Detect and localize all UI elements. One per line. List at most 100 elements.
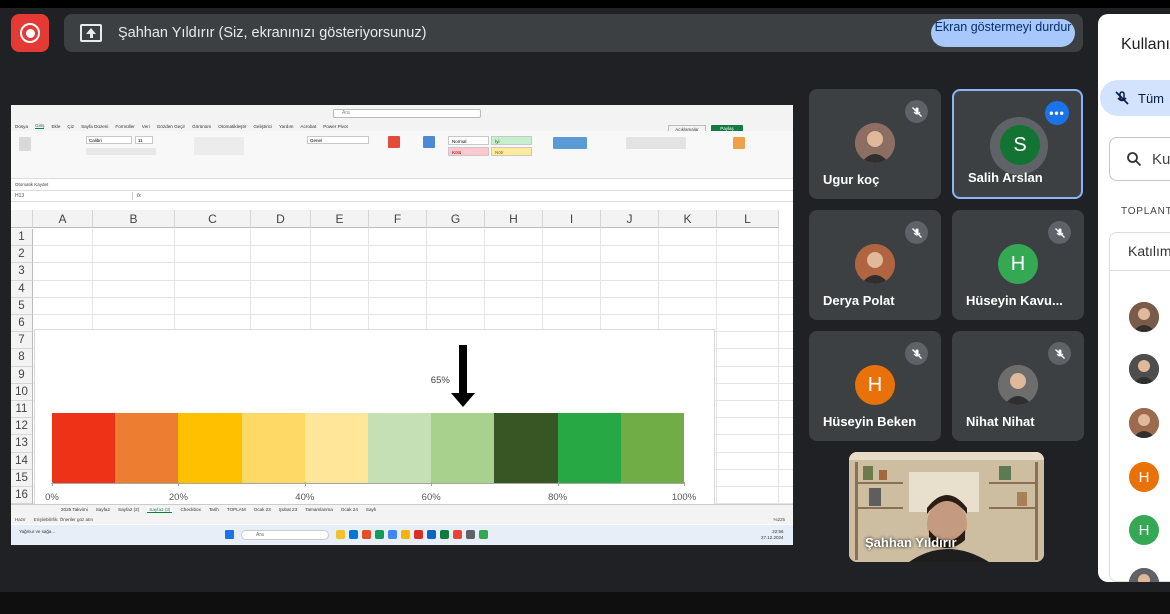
row-header[interactable]: 11 xyxy=(11,401,33,419)
row-header[interactable]: 9 xyxy=(11,366,33,384)
taskbar-app-icon[interactable] xyxy=(466,530,475,539)
sheet-tab[interactable]: Tarih xyxy=(209,507,219,512)
font-format-icons[interactable] xyxy=(86,148,156,155)
name-box[interactable]: H13 xyxy=(13,192,133,200)
row-header[interactable]: 16 xyxy=(11,487,33,505)
column-header[interactable]: I xyxy=(543,210,601,228)
excel-menu-item[interactable]: Gözden Geçir xyxy=(157,124,185,129)
cell-style[interactable]: İyi xyxy=(491,136,532,145)
column-header[interactable]: D xyxy=(251,210,311,228)
participant-tile[interactable]: H Hüseyin Beken xyxy=(809,331,941,441)
column-header[interactable]: J xyxy=(601,210,659,228)
editing-icons[interactable] xyxy=(626,137,686,149)
taskbar-app-icon[interactable] xyxy=(414,530,423,539)
gauge-segment[interactable] xyxy=(368,413,432,483)
gauge-chart[interactable]: 65% 0% 20% 40% 60% 80% 100% xyxy=(34,329,715,510)
row-header[interactable]: 1 xyxy=(11,229,33,247)
sheet-tab[interactable]: Sayfa2 (2) xyxy=(118,507,139,512)
sheet-tab[interactable]: Tamamlanma xyxy=(305,507,333,512)
gauge-segment[interactable] xyxy=(241,413,305,483)
format-table-icon[interactable] xyxy=(423,136,435,148)
column-header[interactable]: A xyxy=(33,210,93,228)
row-header[interactable]: 4 xyxy=(11,280,33,298)
taskbar-app-icon[interactable] xyxy=(440,530,449,539)
gauge-segment[interactable] xyxy=(557,413,621,483)
accessibility-status[interactable]: Erişilebilirlik: Öneriler göz atın xyxy=(34,517,93,522)
taskbar-app-icon[interactable] xyxy=(453,530,462,539)
row-header[interactable]: 12 xyxy=(11,418,33,436)
excel-menu-item[interactable]: Yardım xyxy=(279,124,293,129)
taskbar-app-icon[interactable] xyxy=(479,530,488,539)
participant-tile[interactable]: Nihat Nihat xyxy=(952,331,1084,441)
list-header[interactable]: Katılım xyxy=(1110,233,1170,271)
number-format-select[interactable]: Genel xyxy=(307,136,369,144)
column-header[interactable]: G xyxy=(427,210,485,228)
taskbar-search[interactable]: Ara xyxy=(241,530,329,540)
paste-icon[interactable] xyxy=(19,137,31,151)
taskbar-app-icon[interactable] xyxy=(401,530,410,539)
gauge-segment[interactable] xyxy=(494,413,558,483)
gauge-segment[interactable] xyxy=(178,413,242,483)
excel-menu-item[interactable]: Görünüm xyxy=(192,124,211,129)
mute-all-button[interactable]: Tüm xyxy=(1100,80,1170,116)
row-header[interactable]: 7 xyxy=(11,332,33,350)
column-header[interactable]: F xyxy=(369,210,427,228)
column-header[interactable]: C xyxy=(175,210,251,228)
sheet-tab[interactable]: Ocak 23 xyxy=(254,507,271,512)
taskbar-app-icon[interactable] xyxy=(388,530,397,539)
alignment-icons[interactable] xyxy=(194,137,244,155)
cell-style[interactable]: Normal xyxy=(448,136,489,145)
participant-tile[interactable]: Ugur koç xyxy=(809,89,941,199)
stop-presenting-button[interactable]: Ekran göstermeyi durdur xyxy=(931,19,1075,47)
participant-tile[interactable]: Derya Polat xyxy=(809,210,941,320)
taskbar-app-icon[interactable] xyxy=(362,530,371,539)
excel-menu-item[interactable]: Çiz xyxy=(67,124,74,129)
sheet-tab[interactable]: Şubat 23 xyxy=(279,507,297,512)
excel-search[interactable]: Ara xyxy=(333,109,481,118)
addins-icon[interactable] xyxy=(733,137,745,149)
excel-menu-item[interactable]: Otomatikleştir xyxy=(218,124,246,129)
row-header[interactable]: 2 xyxy=(11,246,33,264)
column-header[interactable]: B xyxy=(93,210,175,228)
cell-style[interactable]: Kötü xyxy=(448,147,489,156)
row-header[interactable]: 13 xyxy=(11,435,33,453)
weather-widget[interactable]: Yağmur ve sağa... xyxy=(19,529,55,535)
sheet-tab[interactable]: Ocak 24 xyxy=(341,507,358,512)
gauge-segment[interactable] xyxy=(52,413,116,483)
more-options-icon[interactable]: ••• xyxy=(1045,101,1069,125)
excel-menu-item[interactable]: Power Pivot xyxy=(323,124,348,129)
taskbar-app-icon[interactable] xyxy=(375,530,384,539)
row-header[interactable]: 8 xyxy=(11,349,33,367)
taskbar-app-icon[interactable] xyxy=(349,530,358,539)
font-size-select[interactable]: 11 xyxy=(135,136,153,144)
row-header[interactable]: 15 xyxy=(11,469,33,487)
gauge-segment[interactable] xyxy=(620,413,684,483)
worksheet-grid[interactable]: 16 15 14 13 12 11 10 9 8 7 6 5 4 3 2 1 L K J I H G F E D C B A 65% … xyxy=(11,210,793,510)
column-header[interactable]: L xyxy=(717,210,779,228)
cell-style[interactable]: Nötr xyxy=(491,147,532,156)
autosave-label[interactable]: Otomatik Kaydet xyxy=(15,182,48,187)
excel-menu-item[interactable]: Dosya xyxy=(15,124,28,129)
start-icon[interactable] xyxy=(225,530,234,539)
conditional-format-icon[interactable] xyxy=(388,136,400,148)
select-all-corner[interactable] xyxy=(11,210,33,228)
column-header[interactable]: H xyxy=(485,210,543,228)
excel-menu-item[interactable]: Geliştirici xyxy=(253,124,272,129)
panel-search-input[interactable]: Ku xyxy=(1109,137,1170,181)
sheet-tab[interactable]: 2025 Takvimi xyxy=(61,507,88,512)
row-header[interactable]: 3 xyxy=(11,263,33,281)
gauge-segment[interactable] xyxy=(304,413,368,483)
row-header[interactable]: 10 xyxy=(11,383,33,401)
gauge-segment[interactable] xyxy=(115,413,179,483)
taskbar-app-icon[interactable] xyxy=(336,530,345,539)
gauge-segment[interactable] xyxy=(431,413,495,483)
taskbar-app-icon[interactable] xyxy=(427,530,436,539)
column-header[interactable]: E xyxy=(311,210,369,228)
row-header[interactable]: 5 xyxy=(11,297,33,315)
excel-menu-item[interactable]: Sayfa Düzeni xyxy=(81,124,108,129)
zoom-level[interactable]: %225 xyxy=(773,517,785,522)
excel-menu-item[interactable]: Acrobat xyxy=(300,124,316,129)
sheet-tab[interactable]: Sayfa2 xyxy=(96,507,110,512)
cells-icons[interactable] xyxy=(553,137,587,149)
record-button[interactable] xyxy=(11,14,49,52)
